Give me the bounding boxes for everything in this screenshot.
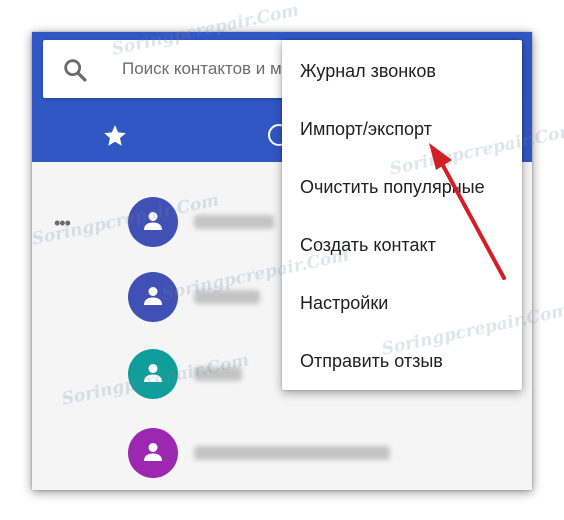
contact-name-blurred bbox=[194, 215, 274, 229]
contact-name-blurred bbox=[194, 290, 260, 304]
person-icon bbox=[144, 287, 162, 305]
avatar bbox=[128, 272, 178, 322]
star-icon[interactable] bbox=[102, 123, 128, 149]
menu-item-create-contact[interactable]: Создать контакт bbox=[282, 216, 522, 274]
menu-item-import-export[interactable]: Импорт/экспорт bbox=[282, 100, 522, 158]
menu-item-send-feedback[interactable]: Отправить отзыв bbox=[282, 332, 522, 390]
search-icon[interactable] bbox=[61, 56, 89, 84]
avatar bbox=[128, 349, 178, 399]
person-icon bbox=[144, 443, 162, 461]
contact-name-blurred bbox=[194, 367, 242, 381]
overflow-menu: Журнал звонков Импорт/экспорт Очистить п… bbox=[282, 40, 522, 390]
avatar bbox=[128, 197, 178, 247]
person-icon bbox=[144, 212, 162, 230]
menu-item-settings[interactable]: Настройки bbox=[282, 274, 522, 332]
avatar bbox=[128, 428, 178, 478]
menu-item-call-log[interactable]: Журнал звонков bbox=[282, 42, 522, 100]
person-icon bbox=[144, 364, 162, 382]
contact-name-blurred bbox=[194, 446, 390, 460]
list-item[interactable] bbox=[32, 428, 532, 488]
search-input[interactable]: Поиск контактов и м bbox=[122, 59, 282, 79]
menu-item-clear-frequent[interactable]: Очистить популярные bbox=[282, 158, 522, 216]
